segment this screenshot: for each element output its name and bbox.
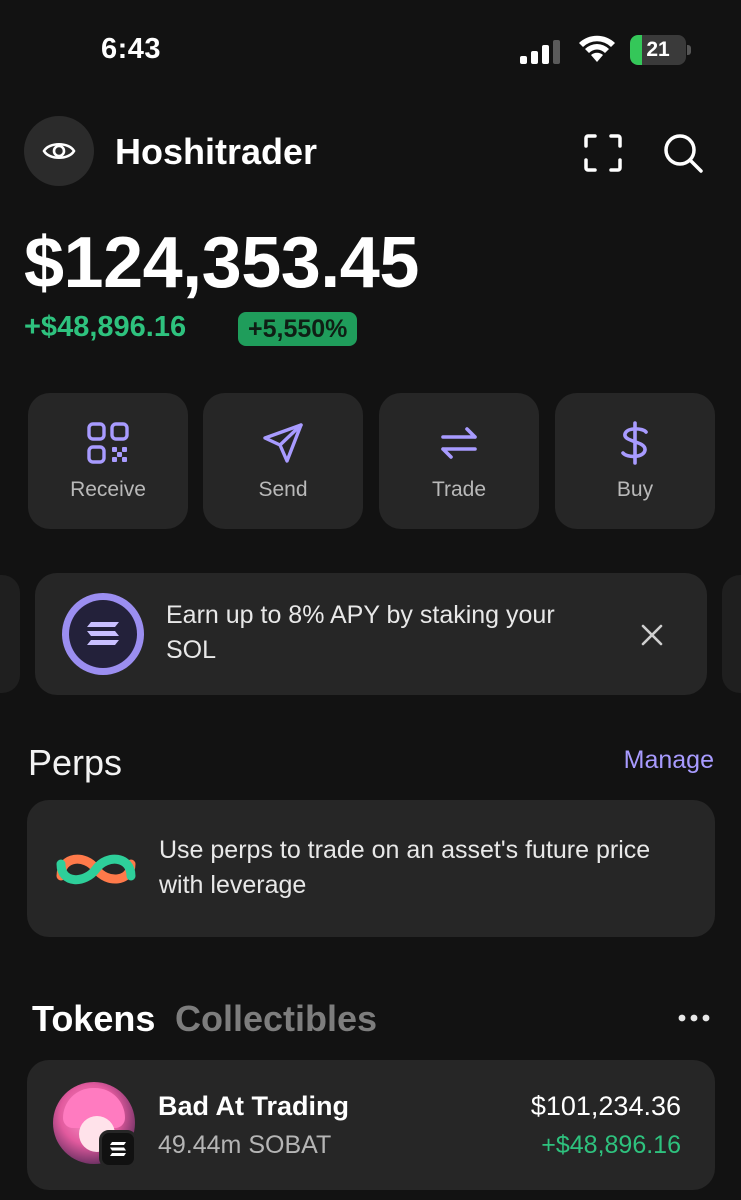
tab-collectibles[interactable]: Collectibles <box>175 998 377 1040</box>
send-button[interactable]: Send <box>203 393 363 529</box>
token-value: $101,234.36 <box>530 1091 681 1121</box>
close-icon[interactable] <box>637 620 667 650</box>
staking-promo-card[interactable]: Earn up to 8% APY by staking your SOL <box>35 573 707 695</box>
wifi-icon <box>579 35 615 62</box>
perps-manage-link[interactable]: Manage <box>624 746 714 775</box>
receive-label: Receive <box>70 478 146 501</box>
buy-button[interactable]: Buy <box>555 393 715 529</box>
token-amount: 49.44m SOBAT <box>158 1131 332 1159</box>
solana-chain-badge-icon <box>99 1130 137 1168</box>
perps-info-card[interactable]: Use perps to trade on an asset's future … <box>27 800 715 937</box>
send-icon <box>263 423 303 463</box>
total-balance: $124,353.45 <box>24 223 419 303</box>
eye-icon <box>42 142 76 160</box>
buy-label: Buy <box>616 478 654 501</box>
token-name: Bad At Trading <box>158 1091 350 1121</box>
promo-card-next[interactable] <box>722 575 741 693</box>
balance-change-percent-badge: +5,550% <box>238 312 358 346</box>
more-icon[interactable] <box>674 1004 714 1032</box>
promo-card-previous[interactable] <box>0 575 20 693</box>
promo-text: Earn up to 8% APY by staking your SOL <box>166 601 555 664</box>
scan-icon[interactable] <box>580 130 626 176</box>
receive-button[interactable]: Receive <box>28 393 188 529</box>
solana-icon <box>62 593 144 675</box>
token-change: +$48,896.16 <box>541 1131 681 1159</box>
token-row[interactable]: Bad At Trading 49.44m SOBAT $101,234.36 … <box>27 1060 715 1190</box>
search-icon[interactable] <box>660 130 706 176</box>
hide-balance-button[interactable] <box>24 116 94 186</box>
perps-description: Use perps to trade on an asset's future … <box>159 836 651 899</box>
tab-tokens[interactable]: Tokens <box>32 998 155 1040</box>
battery-charging-icon: 21 <box>630 35 692 65</box>
battery-level: 21 <box>646 38 670 61</box>
trade-label: Trade <box>431 478 487 501</box>
cellular-signal-icon <box>520 40 560 64</box>
balance-change: +$48,896.16 <box>24 311 187 343</box>
dollar-icon <box>621 421 648 465</box>
perps-logo-icon <box>56 854 136 885</box>
status-time: 6:43 <box>101 33 162 65</box>
qr-code-icon <box>87 422 129 464</box>
swap-icon <box>441 427 477 459</box>
send-label: Send <box>258 478 308 501</box>
trade-button[interactable]: Trade <box>379 393 539 529</box>
perps-section-title: Perps <box>28 742 123 783</box>
account-name[interactable]: Hoshitrader <box>115 131 317 173</box>
